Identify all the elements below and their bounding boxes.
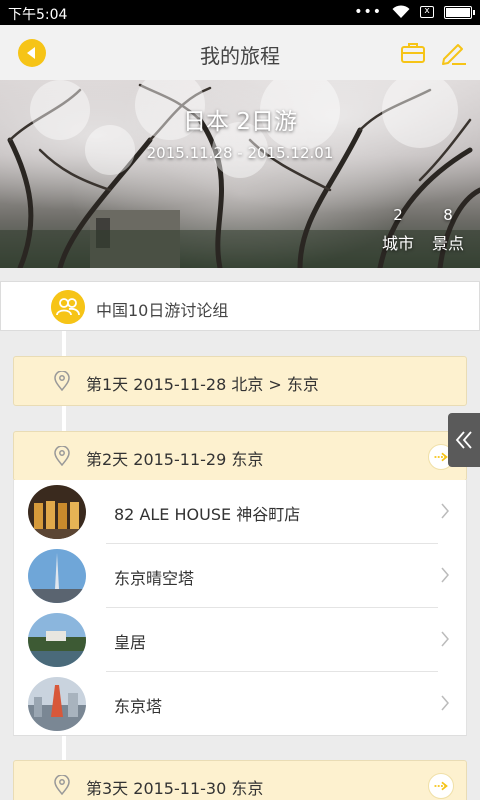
arrow-right-icon[interactable]: [428, 773, 454, 799]
trip-title: 日本 2日游: [183, 109, 297, 135]
location-pin-icon: [54, 446, 70, 466]
edit-pen-icon[interactable]: [438, 37, 468, 67]
day-2-places-list: 82 ALE HOUSE 神谷町店 东京晴空塔 皇居 东京塔: [13, 480, 467, 736]
place-name: 东京晴空塔: [114, 569, 195, 588]
discussion-group-row[interactable]: 中国10日游讨论组: [0, 281, 480, 331]
spot-count-label: 景点: [431, 234, 464, 253]
nav-bar: 我的旅程: [0, 25, 480, 80]
day-2-header[interactable]: 第2天 2015-11-29 东京: [13, 431, 467, 481]
chevron-right-icon: [441, 631, 449, 647]
day-2-label: 第2天 2015-11-29 东京: [86, 450, 264, 469]
place-name: 东京塔: [114, 697, 163, 716]
discussion-group-label: 中国10日游讨论组: [96, 301, 229, 320]
chevron-right-icon: [441, 695, 449, 711]
list-item[interactable]: 皇居: [14, 608, 466, 672]
beer-glasses-thumbnail: [28, 485, 86, 539]
status-time: 下午5:04: [8, 7, 68, 23]
list-item[interactable]: 东京晴空塔: [14, 544, 466, 608]
day-1-header[interactable]: 第1天 2015-11-28 北京 > 东京: [13, 356, 467, 406]
place-name: 皇居: [114, 633, 147, 652]
notification-dots-icon: •••: [354, 4, 382, 20]
list-item[interactable]: 82 ALE HOUSE 神谷町店: [14, 480, 466, 544]
people-icon: [51, 290, 85, 324]
city-count-value: 2: [393, 206, 403, 224]
double-chevron-left-icon: [455, 431, 472, 449]
spot-count-value: 8: [443, 206, 453, 224]
trip-dates: 2015.11.28 - 2015.12.01: [146, 144, 334, 162]
chevron-right-icon: [441, 567, 449, 583]
skytree-thumbnail: [28, 549, 86, 603]
suitcase-icon[interactable]: [400, 39, 426, 65]
location-pin-icon: [54, 775, 70, 795]
tokyo-tower-thumbnail: [28, 677, 86, 731]
place-name: 82 ALE HOUSE 神谷町店: [114, 505, 301, 524]
city-count-label: 城市: [381, 234, 414, 253]
status-icons: ••• x: [354, 4, 475, 20]
wifi-icon: [392, 5, 410, 18]
day-3-header[interactable]: 第3天 2015-11-30 东京: [13, 760, 467, 800]
location-pin-icon: [54, 371, 70, 391]
battery-icon: [444, 5, 475, 19]
day-1-label: 第1天 2015-11-28 北京 > 东京: [86, 375, 319, 394]
side-drawer-handle[interactable]: [448, 413, 480, 467]
trip-cover-image: 日本 2日游 2015.11.28 - 2015.12.01 2 城市 8 景点: [0, 80, 480, 268]
sim-icon: x: [420, 6, 434, 18]
city-count: 2 城市: [378, 206, 418, 254]
list-item[interactable]: 东京塔: [14, 672, 466, 736]
day-3-label: 第3天 2015-11-30 东京: [86, 779, 264, 798]
status-bar: 下午5:04 ••• x: [0, 0, 480, 25]
chevron-right-icon: [441, 503, 449, 519]
spot-count: 8 景点: [428, 206, 468, 254]
imperial-palace-thumbnail: [28, 613, 86, 667]
